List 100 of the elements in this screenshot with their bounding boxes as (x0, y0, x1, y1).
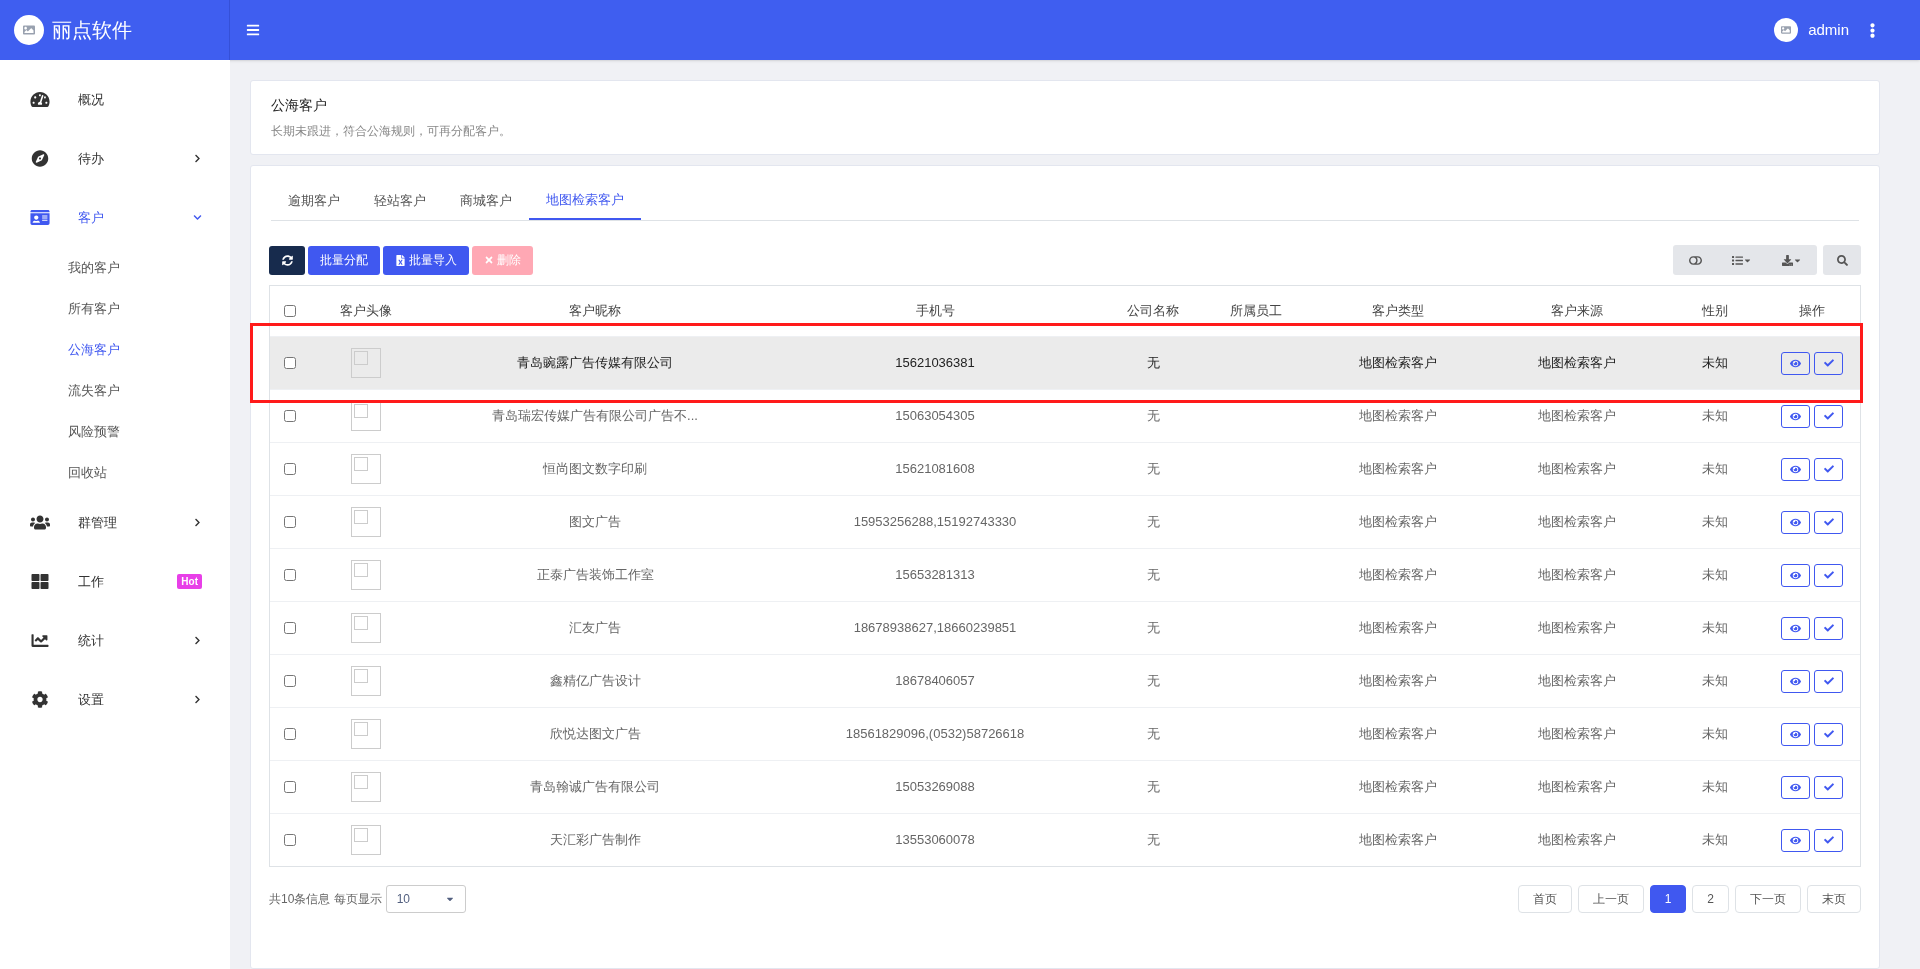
table-row[interactable]: 青岛豌露广告传媒有限公司 15621036381 无 地图检索客户 地图检索客户 未知 (270, 336, 1860, 389)
page-size-select[interactable]: 10 (385, 885, 466, 913)
sidebar-item[interactable]: 待办 (0, 129, 230, 188)
view-button[interactable] (1781, 828, 1810, 852)
page-button[interactable]: 上一页 (1577, 885, 1644, 913)
view-button[interactable] (1781, 669, 1810, 693)
avatar-placeholder (351, 772, 381, 802)
sidebar-item[interactable]: 概况 (0, 70, 230, 129)
page-button[interactable]: 末页 (1807, 885, 1861, 913)
phone-number: 15063054305 (895, 407, 975, 426)
sidebar-item[interactable]: 客户 (0, 188, 230, 247)
eye-icon (1790, 781, 1801, 793)
check-icon (1823, 729, 1834, 739)
page-button[interactable]: 1 (1649, 885, 1687, 913)
confirm-button[interactable] (1814, 351, 1843, 375)
row-checkbox[interactable] (284, 357, 296, 369)
view-button[interactable] (1781, 510, 1810, 534)
view-button[interactable] (1781, 722, 1810, 746)
refresh-button[interactable] (269, 245, 305, 275)
page-button[interactable]: 2 (1692, 885, 1729, 913)
check-icon (1823, 464, 1834, 474)
sidebar-subitem[interactable]: 公海客户 (0, 329, 230, 370)
customer-type: 地图检索客户 (1359, 725, 1437, 744)
sidebar-item[interactable]: 统计 (0, 611, 230, 670)
company-name: 无 (1146, 778, 1160, 797)
confirm-button[interactable] (1814, 616, 1843, 640)
eye-icon (1790, 622, 1801, 634)
row-checkbox[interactable] (284, 410, 296, 422)
sidebar-subitem[interactable]: 流失客户 (0, 370, 230, 411)
phone-number: 18561829096,(0532)58726618 (845, 725, 1025, 744)
tab[interactable]: 商城客户 (443, 182, 529, 220)
confirm-button[interactable] (1814, 775, 1843, 799)
confirm-button[interactable] (1814, 404, 1843, 428)
list-icon (1732, 254, 1743, 266)
customer-source: 地图检索客户 (1538, 460, 1616, 479)
sidebar-subitem[interactable]: 我的客户 (0, 247, 230, 288)
company-name: 无 (1146, 672, 1160, 691)
customer-name: 青岛瑞宏传媒广告有限公司广告不... (492, 407, 698, 426)
confirm-button[interactable] (1814, 510, 1843, 534)
customer-type: 地图检索客户 (1359, 778, 1437, 797)
tab[interactable]: 逾期客户 (271, 182, 357, 220)
toolbar-button[interactable]: 批量分配 (308, 245, 380, 275)
row-checkbox[interactable] (284, 569, 296, 581)
view-button[interactable] (1781, 404, 1810, 428)
eye-icon (1790, 675, 1801, 687)
eye-icon (1790, 357, 1801, 369)
tab[interactable]: 地图检索客户 (529, 182, 641, 220)
check-icon (1823, 782, 1834, 792)
confirm-button[interactable] (1814, 669, 1843, 693)
user-avatar[interactable] (1774, 18, 1799, 42)
tab[interactable]: 轻站客户 (357, 182, 443, 220)
eye-icon (1790, 569, 1801, 581)
avatar-placeholder (351, 613, 381, 643)
row-checkbox[interactable] (284, 728, 296, 740)
dashboard-icon (30, 91, 50, 108)
row-checkbox[interactable] (284, 463, 296, 475)
gender: 未知 (1702, 778, 1728, 797)
row-checkbox[interactable] (284, 516, 296, 528)
view-button[interactable] (1781, 563, 1810, 587)
sidebar-subitem[interactable]: 回收站 (0, 452, 230, 493)
view-button[interactable] (1781, 351, 1810, 375)
toggle-icon (1688, 253, 1702, 267)
confirm-button[interactable] (1814, 457, 1843, 481)
sidebar-item[interactable]: 设置 (0, 670, 230, 729)
check-icon (1823, 835, 1834, 845)
sidebar-item[interactable]: 工作 Hot (0, 552, 230, 611)
row-checkbox[interactable] (284, 834, 296, 846)
gender: 未知 (1702, 831, 1728, 850)
confirm-button[interactable] (1814, 563, 1843, 587)
sidebar-subitem[interactable]: 所有客户 (0, 288, 230, 329)
customer-source: 地图检索客户 (1538, 831, 1616, 850)
toolbar-button[interactable]: 批量导入 (383, 245, 469, 275)
page-button[interactable]: 首页 (1517, 885, 1572, 913)
username[interactable]: admin (1808, 18, 1849, 42)
customer-source: 地图检索客户 (1538, 566, 1616, 585)
gender: 未知 (1702, 513, 1728, 532)
page-button[interactable]: 下一页 (1735, 885, 1801, 913)
phone-number: 15621036381 (895, 354, 975, 373)
row-checkbox[interactable] (284, 622, 296, 634)
sidebar-subitem[interactable]: 风险预警 (0, 411, 230, 452)
confirm-button[interactable] (1814, 828, 1843, 852)
row-checkbox[interactable] (284, 675, 296, 687)
hot-badge: Hot (177, 574, 202, 589)
check-icon (1823, 517, 1834, 527)
avatar-placeholder (351, 454, 381, 484)
view-button[interactable] (1781, 457, 1810, 481)
search-button[interactable] (1823, 245, 1861, 275)
confirm-button[interactable] (1814, 722, 1843, 746)
view-button[interactable] (1781, 616, 1810, 640)
view-button[interactable] (1781, 775, 1810, 799)
company-name: 无 (1146, 513, 1160, 532)
sidebar-item[interactable]: 群管理 (0, 493, 230, 552)
company-name: 无 (1146, 725, 1160, 744)
menu-icon[interactable] (246, 23, 260, 37)
row-checkbox[interactable] (284, 781, 296, 793)
phone-number: 13553060078 (895, 831, 975, 850)
select-all-checkbox[interactable] (284, 305, 296, 317)
column-header: 客户头像 (340, 302, 392, 321)
column-header: 客户类型 (1372, 302, 1424, 321)
brand-name: 丽点软件 (52, 18, 132, 43)
